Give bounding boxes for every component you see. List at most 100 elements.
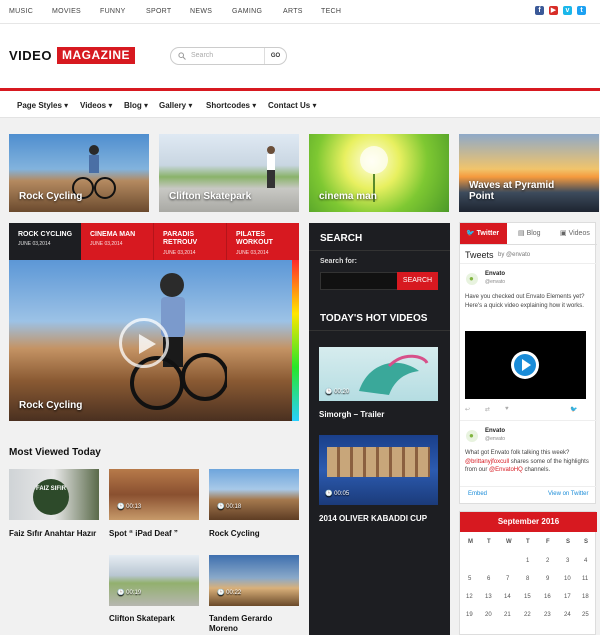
main-video-caption: Rock Cycling — [19, 400, 83, 411]
tweet-mention[interactable]: @EnvatoHQ — [489, 467, 523, 473]
most-viewed-thumb-3[interactable]: 🕒 00:18 — [209, 469, 299, 520]
topnav-movies[interactable]: MOVIES — [52, 8, 81, 15]
menu-gallery[interactable]: Gallery ▾ — [159, 101, 192, 110]
featured-tile-waves-pyramid[interactable]: Waves at Pyramid Point — [459, 134, 599, 212]
widget-tab-blog[interactable]: ▤ Blog — [518, 223, 541, 244]
twitter-icon[interactable]: t — [577, 6, 586, 15]
vimeo-icon[interactable]: v — [563, 6, 572, 15]
calendar-date[interactable]: 16 — [544, 594, 551, 600]
most-viewed-title-1[interactable]: Faiz Sıfır Anahtar Hazır — [9, 529, 99, 539]
topnav-arts[interactable]: ARTS — [283, 8, 303, 15]
calendar-date[interactable]: 18 — [582, 594, 589, 600]
featured-caption: Clifton Skatepark — [169, 191, 252, 202]
hot-video-thumb-1[interactable]: 🕒 00:20 — [319, 347, 438, 401]
calendar-date[interactable]: 9 — [546, 576, 549, 582]
menu-contact-us[interactable]: Contact Us ▾ — [268, 101, 316, 110]
menu-videos[interactable]: Videos ▾ — [80, 101, 112, 110]
sidebar-search-button[interactable]: SEARCH — [397, 272, 438, 290]
sidebar-search-input[interactable] — [320, 272, 398, 290]
logo-text-video[interactable]: VIDEO — [9, 48, 52, 63]
calendar-date[interactable]: 22 — [524, 612, 531, 618]
twitter-bird-icon[interactable]: 🐦 — [570, 406, 577, 413]
hot-video-title-2[interactable]: 2014 OLIVER KABADDI CUP — [319, 514, 427, 523]
topnav-funny[interactable]: FUNNY — [100, 8, 126, 15]
tweet-author[interactable]: Envato — [485, 271, 505, 277]
logo-text-magazine[interactable]: MAGAZINE — [57, 47, 135, 64]
most-viewed-title-4[interactable]: Clifton Skatepark — [109, 614, 199, 624]
featured-caption: cinema man — [319, 191, 377, 202]
most-viewed-thumb-4[interactable]: 🕒 00:19 — [109, 555, 199, 606]
play-button[interactable] — [119, 318, 169, 368]
topnav-news[interactable]: NEWS — [190, 8, 212, 15]
search-go-button[interactable]: GO — [264, 48, 286, 64]
calendar-date[interactable]: 8 — [526, 576, 529, 582]
menu-page-styles[interactable]: Page Styles ▾ — [17, 101, 68, 110]
topnav-gaming[interactable]: GAMING — [232, 8, 262, 15]
calendar-date[interactable]: 20 — [485, 612, 492, 618]
most-viewed-thumb-1[interactable]: FAIZ SIFIR — [9, 469, 99, 520]
tweet-video[interactable] — [465, 331, 586, 399]
topnav-music[interactable]: MUSIC — [9, 8, 33, 15]
slider-tab-rock-cycling[interactable]: ROCK CYCLING JUNE 03,2014 — [9, 223, 81, 260]
calendar-date[interactable]: 3 — [566, 558, 569, 564]
calendar-date[interactable]: 5 — [468, 576, 471, 582]
slider-tab-title: ROCK CYCLING — [18, 231, 73, 238]
most-viewed-title-2[interactable]: Spot “ iPad Deaf ” — [109, 529, 199, 539]
facebook-icon[interactable]: f — [535, 6, 544, 15]
featured-tile-clifton-skatepark[interactable]: Clifton Skatepark — [159, 134, 299, 212]
tweet-video-play[interactable] — [511, 351, 539, 379]
most-viewed-title-5[interactable]: Tandem Gerardo Moreno — [209, 614, 299, 633]
slider-tab-cinema-man[interactable]: CINEMA MAN JUNE 03,2014 — [81, 223, 153, 260]
calendar-date[interactable]: 25 — [582, 612, 589, 618]
envato-avatar[interactable]: ● — [466, 430, 478, 442]
most-viewed-thumb-5[interactable]: 🕒 00:22 — [209, 555, 299, 606]
topnav-tech[interactable]: TECH — [321, 8, 341, 15]
calendar-date[interactable]: 15 — [524, 594, 531, 600]
youtube-icon[interactable]: ▶ — [549, 6, 558, 15]
calendar-date[interactable]: 10 — [564, 576, 571, 582]
calendar-date[interactable]: 19 — [466, 612, 473, 618]
calendar-date[interactable]: 2 — [546, 558, 549, 564]
hot-video-title-1[interactable]: Simorgh – Trailer — [319, 410, 384, 419]
featured-tile-cinema-man[interactable]: cinema man — [309, 134, 449, 212]
calendar-date[interactable]: 7 — [506, 576, 509, 582]
calendar-date[interactable]: 14 — [504, 594, 511, 600]
most-viewed-thumb-2[interactable]: 🕒 00:13 — [109, 469, 199, 520]
embed-link[interactable]: Embed — [468, 491, 487, 497]
leaf-icon: ● — [469, 274, 474, 283]
slider-tab-paradis[interactable]: PARADIS RETROUV JUNE 03,2014 — [153, 223, 226, 260]
calendar-date[interactable]: 17 — [564, 594, 571, 600]
calendar-date[interactable]: 1 — [526, 558, 529, 564]
dark-sidebar: SEARCH Search for: SEARCH TODAY'S HOT VI… — [309, 223, 450, 635]
menu-blog[interactable]: Blog ▾ — [124, 101, 148, 110]
divider — [460, 244, 597, 245]
retweet-icon[interactable]: ⇄ — [485, 406, 490, 413]
calendar-weekday: F — [546, 539, 550, 545]
calendar-date[interactable]: 11 — [582, 576, 588, 582]
header-search-input[interactable]: Search GO — [170, 47, 287, 65]
menu-shortcodes[interactable]: Shortcodes ▾ — [206, 101, 256, 110]
calendar-date[interactable]: 24 — [564, 612, 571, 618]
view-on-twitter-link[interactable]: View on Twitter — [548, 491, 588, 497]
widget-tab-twitter[interactable]: 🐦 Twitter — [460, 223, 507, 244]
widget-tab-videos[interactable]: ▣ Videos — [560, 223, 590, 244]
tweet-author[interactable]: Envato — [485, 428, 505, 434]
like-icon[interactable]: ♥ — [505, 406, 509, 412]
calendar-weekday: W — [506, 539, 512, 545]
hot-video-thumb-2[interactable]: 🕒 00:05 — [319, 435, 438, 505]
calendar-date[interactable]: 23 — [544, 612, 551, 618]
calendar-date[interactable]: 12 — [466, 594, 473, 600]
reply-icon[interactable]: ↩ — [465, 406, 470, 413]
main-video-player[interactable]: Rock Cycling — [9, 260, 299, 421]
envato-avatar[interactable]: ● — [466, 273, 478, 285]
calendar-date[interactable]: 13 — [485, 594, 492, 600]
slider-tab-pilates[interactable]: PILATES WORKOUT JUNE 03,2014 — [226, 223, 299, 260]
most-viewed-title-3[interactable]: Rock Cycling — [209, 529, 299, 539]
topnav-sport[interactable]: SPORT — [146, 8, 172, 15]
calendar-date[interactable]: 6 — [487, 576, 490, 582]
sidebar-search-heading: SEARCH — [320, 233, 363, 244]
featured-tile-rock-cycling[interactable]: Rock Cycling — [9, 134, 149, 212]
tweet-mention[interactable]: @brittanyjfoxcull — [465, 459, 509, 465]
calendar-date[interactable]: 4 — [584, 558, 587, 564]
calendar-date[interactable]: 21 — [504, 612, 511, 618]
